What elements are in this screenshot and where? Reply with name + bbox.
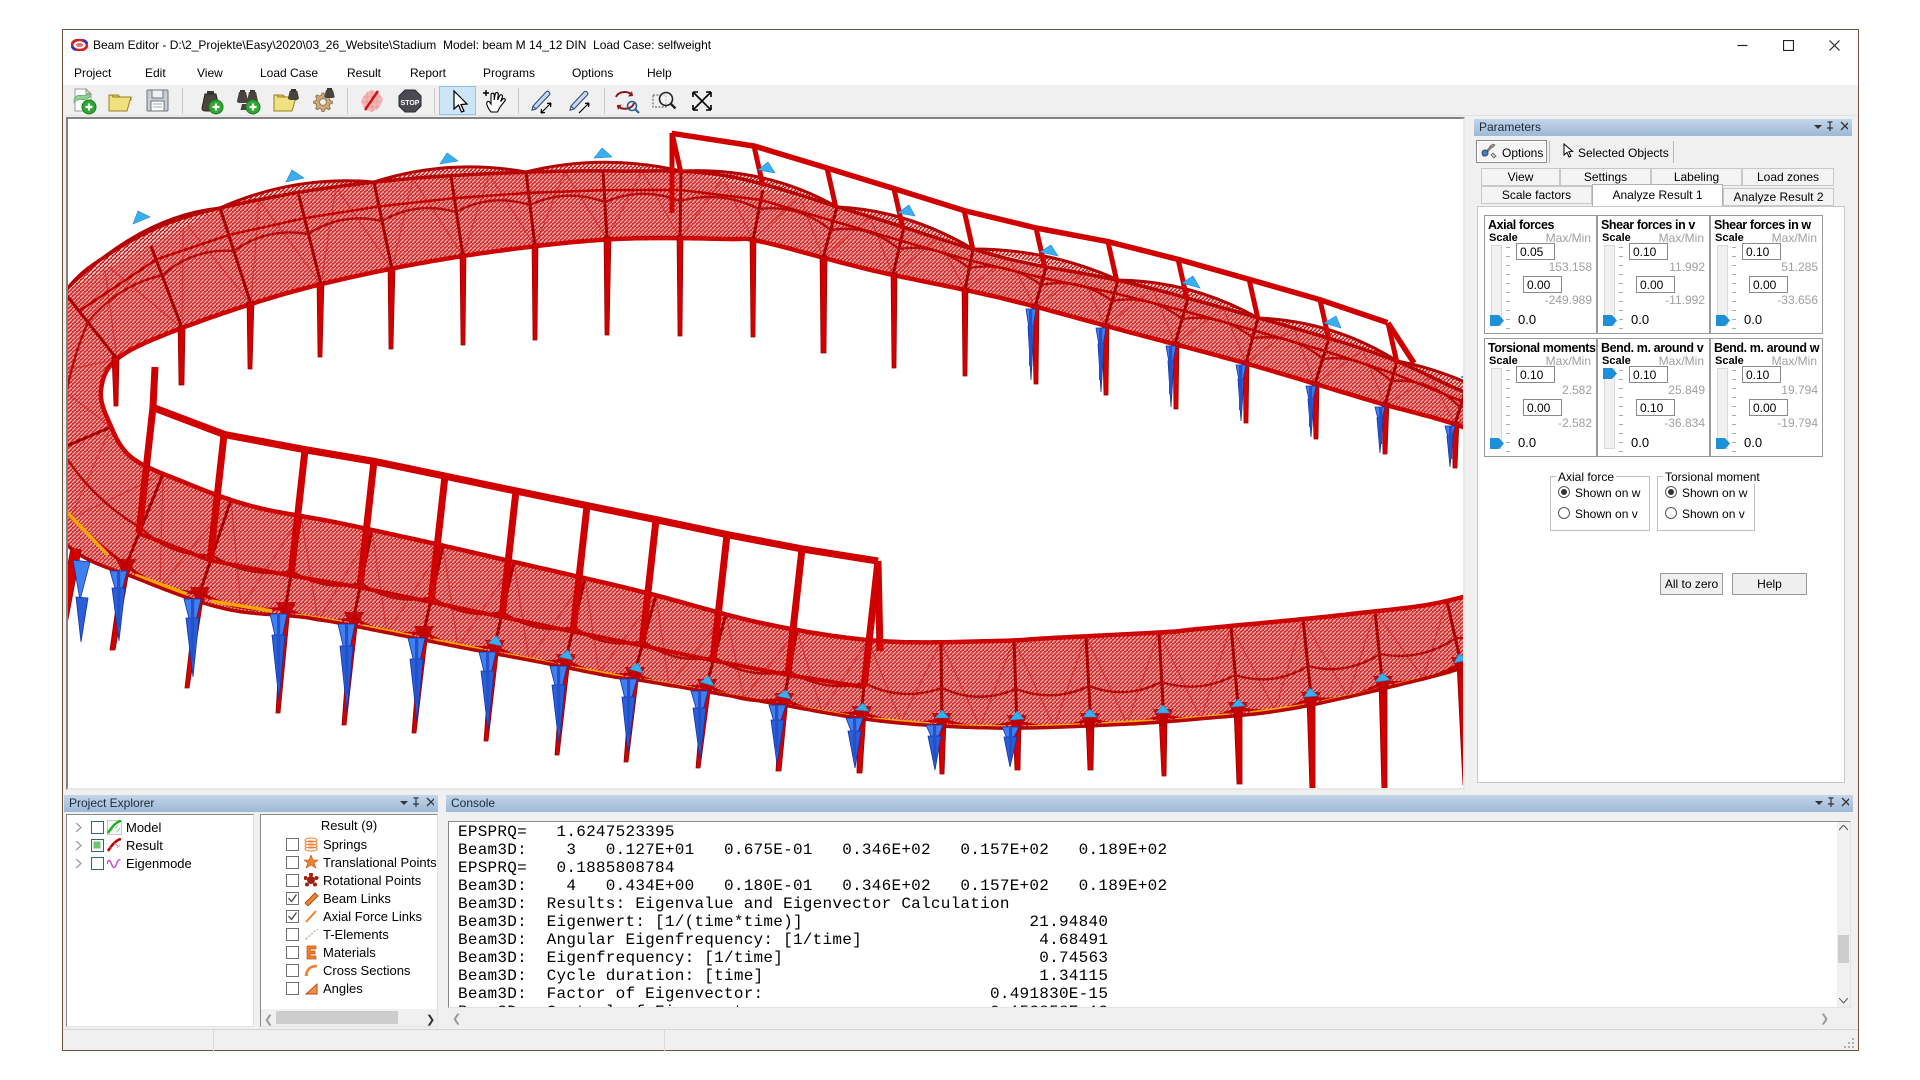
svg-text:STOP: STOP: [401, 100, 420, 107]
